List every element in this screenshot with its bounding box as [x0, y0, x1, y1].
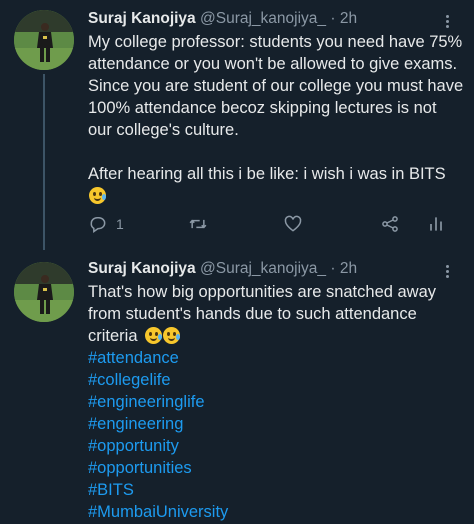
thread-line [43, 74, 45, 250]
hashtag-link[interactable]: #opportunity [88, 435, 464, 457]
tweet-2[interactable]: Suraj Kanojiya @Suraj_kanojiya_ · 2h Tha… [0, 250, 474, 524]
tweet-header: Suraj Kanojiya @Suraj_kanojiya_ · 2h [88, 9, 464, 29]
avatar[interactable] [14, 262, 74, 322]
tweet-line: My college professor: students you need … [88, 33, 463, 51]
tweet-line: That's how big opportunities are snatche… [88, 283, 437, 301]
hashtag-link[interactable]: #MumbaiUniversity [88, 501, 464, 523]
tweet-emoji-line [88, 185, 464, 207]
share-icon [382, 216, 398, 232]
share-button[interactable] [380, 214, 400, 234]
tweet-line: attendance or you won't be allowed to gi… [88, 55, 458, 73]
analytics-icon [430, 217, 442, 231]
analytics-button[interactable] [426, 214, 446, 234]
timestamp[interactable]: 2h [340, 10, 357, 27]
hashtag-link[interactable]: #engineering [88, 413, 464, 435]
retweet-button[interactable] [188, 214, 208, 234]
separator: · [330, 10, 336, 27]
tweet-actions: 1 [88, 214, 454, 236]
more-icon[interactable] [444, 263, 450, 280]
reply-icon [90, 217, 106, 233]
more-icon[interactable] [444, 13, 450, 30]
author-handle[interactable]: @Suraj_kanojiya_ [200, 10, 326, 27]
hashtag-link[interactable]: #attendance [88, 347, 464, 369]
smiling-tear-emoji [145, 327, 163, 344]
tweet-text: My college professor: students you need … [88, 31, 464, 207]
hashtag-link[interactable]: #engineeringlife [88, 391, 464, 413]
tweet-line-text: criteria [88, 327, 138, 345]
avatar[interactable] [14, 10, 74, 70]
like-icon [284, 215, 302, 232]
smiling-tear-emoji [89, 187, 106, 204]
hashtag-link[interactable]: #collegelife [88, 369, 464, 391]
timestamp[interactable]: 2h [340, 260, 357, 277]
separator: · [330, 260, 336, 277]
tweet-line: Since you are student of our college you… [88, 77, 464, 95]
like-button[interactable] [283, 214, 303, 234]
hashtag-link[interactable]: #opportunities [88, 457, 464, 479]
reply-button[interactable]: 1 [88, 214, 124, 234]
tweet-line: criteria [88, 325, 464, 347]
hashtag-link[interactable]: #BITS [88, 479, 464, 501]
smiling-tear-emoji [163, 327, 181, 344]
author-name[interactable]: Suraj Kanojiya [88, 10, 196, 27]
reply-count: 1 [116, 216, 124, 232]
tweet-line: from student's hands due to such attenda… [88, 305, 417, 323]
author-handle[interactable]: @Suraj_kanojiya_ [200, 260, 326, 277]
tweet-line: 100% attendance becoz skipping lectures … [88, 99, 437, 117]
tweet-body: Suraj Kanojiya @Suraj_kanojiya_ · 2h Tha… [88, 259, 464, 523]
tweet-line: After hearing all this i be like: i wish… [88, 165, 446, 183]
retweet-icon [189, 219, 207, 229]
author-name[interactable]: Suraj Kanojiya [88, 260, 196, 277]
tweet-body: Suraj Kanojiya @Suraj_kanojiya_ · 2h My … [88, 9, 464, 207]
tweet-header: Suraj Kanojiya @Suraj_kanojiya_ · 2h [88, 259, 464, 279]
tweet-line: our college's culture. [88, 121, 239, 139]
tweet-1[interactable]: Suraj Kanojiya @Suraj_kanojiya_ · 2h My … [0, 0, 474, 250]
tweet-text: That's how big opportunities are snatche… [88, 281, 464, 523]
